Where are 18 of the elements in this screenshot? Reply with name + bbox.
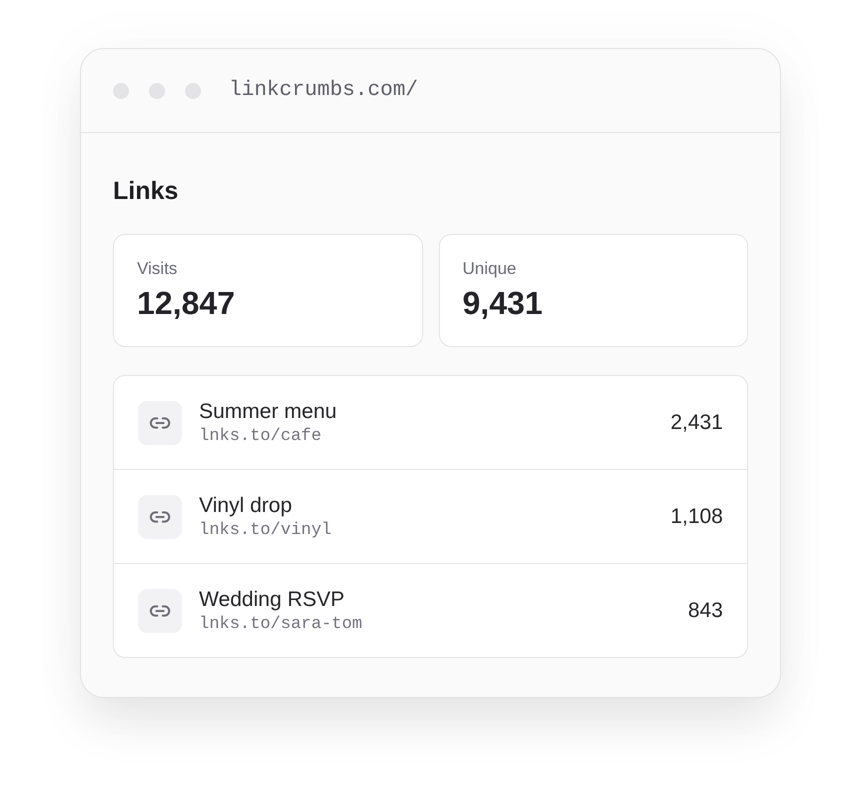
link-icon (138, 494, 182, 538)
link-title: Vinyl drop (199, 492, 292, 518)
stat-value: 9,431 (462, 284, 543, 322)
link-url: lnks.to/cafe (199, 426, 322, 446)
visit-count: 843 (688, 598, 723, 624)
link-icon (138, 400, 182, 444)
visit-count: 2,431 (670, 410, 723, 436)
stat-label: Visits (137, 258, 178, 280)
link-icon (138, 588, 182, 632)
stat-value: 12,847 (137, 284, 235, 322)
visit-count: 1,108 (670, 504, 723, 530)
link-title: Wedding RSVP (199, 586, 345, 612)
stat-label: Unique (462, 258, 516, 280)
link-url: lnks.to/sara-tom (199, 614, 362, 634)
link-url: lnks.to/vinyl (199, 520, 332, 540)
address-text: linkcrumbs.com/ (229, 79, 418, 102)
link-title: Summer menu (199, 398, 337, 424)
page-title: Links (113, 176, 178, 206)
